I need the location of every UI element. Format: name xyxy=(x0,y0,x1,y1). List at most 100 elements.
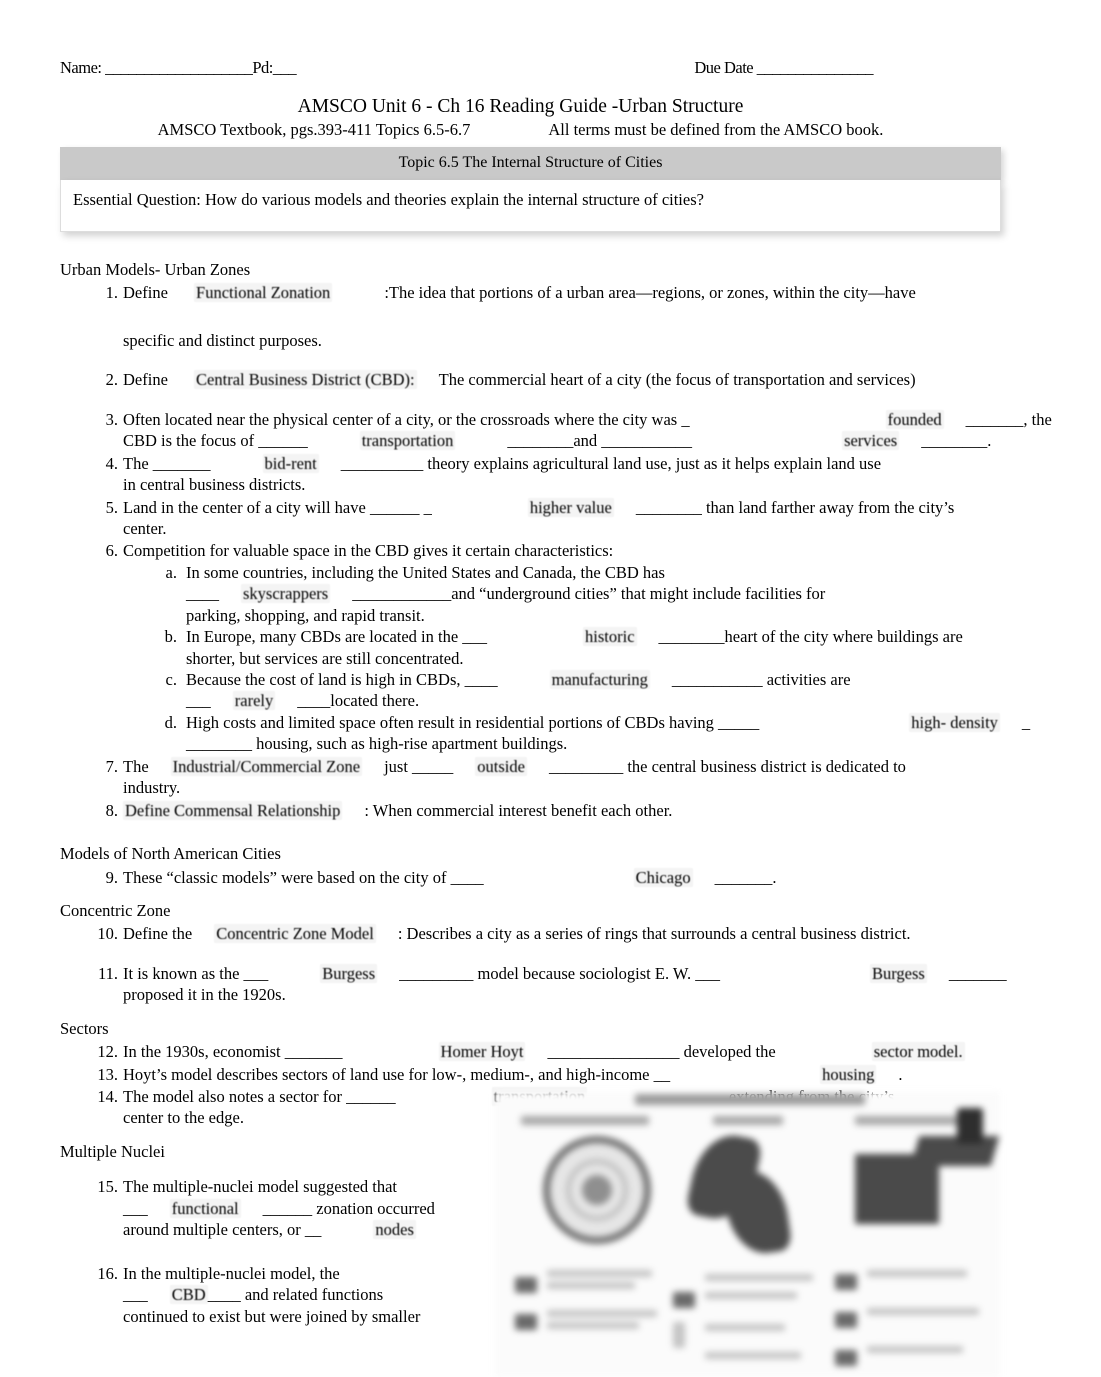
question-6b: b. In Europe, many CBDs are located in t… xyxy=(123,626,1060,669)
question-6a: a. In some countries, including the Unit… xyxy=(123,562,1060,626)
question-5-number: 5. xyxy=(105,497,118,517)
figure-label-multiple-nuclei xyxy=(855,1116,973,1125)
question-6a-line3: parking, shopping, and rapid transit. xyxy=(186,605,425,625)
question-12: 12. In the 1930s, economist _______ Homer… xyxy=(60,1041,1060,1062)
section-heading-concentric-zone: Concentric Zone xyxy=(60,900,171,920)
legend-swatch-4 xyxy=(835,1274,857,1290)
legend-text-4 xyxy=(547,1322,639,1329)
legend-text-1 xyxy=(547,1270,652,1277)
question-12-mid: ________________ developed the xyxy=(547,1042,776,1062)
question-10-answer: Concentric Zone Model xyxy=(214,924,376,944)
question-11-suffix: _______ xyxy=(948,963,1007,983)
question-2-prefix: Define xyxy=(123,370,168,390)
question-6-number: 6. xyxy=(105,541,118,561)
question-7-answer-1: Industrial/Commercial Zone xyxy=(170,756,363,776)
terms-note: All terms must be defined from the AMSCO… xyxy=(548,120,884,139)
question-7-suffix: _________ the central business district … xyxy=(548,756,906,776)
question-6-sublist: a. In some countries, including the Unit… xyxy=(123,562,1060,755)
question-4-part1: The _______ xyxy=(123,453,211,473)
page-title: AMSCO Unit 6 - Ch 16 Reading Guide -Urba… xyxy=(297,96,744,117)
question-6a-line1: In some countries, including the United … xyxy=(186,562,665,582)
question-11-mid: _________ model because sociologist E. W… xyxy=(399,963,720,983)
question-6c-number: c. xyxy=(165,670,177,689)
multiple-nuclei-diagram-node xyxy=(957,1108,983,1144)
question-6a-suffix: ____________and “underground cities” tha… xyxy=(352,584,826,604)
question-3-part1: Often located near the physical center o… xyxy=(123,409,690,429)
question-16-line1: In the multiple-nuclei model, the xyxy=(123,1263,340,1283)
question-7: 7. The Industrial/Commercial Zone just ___… xyxy=(60,756,1060,799)
sector-diagram-part-b xyxy=(721,1166,793,1258)
question-6d-line2: ________ housing, such as high-rise apar… xyxy=(186,734,568,754)
question-3-blank-3: ________. xyxy=(921,431,992,451)
question-10-number: 10. xyxy=(97,924,118,944)
section-heading-urban-models: Urban Models- Urban Zones xyxy=(60,260,251,279)
question-6b-number: b. xyxy=(164,627,177,647)
question-3-number: 3. xyxy=(105,409,118,429)
concentric-zone-diagram xyxy=(543,1136,651,1244)
question-9-answer: Chicago xyxy=(633,867,693,887)
figure-label-sector xyxy=(713,1116,783,1125)
question-1-answer: Functional Zonation xyxy=(194,283,333,303)
question-11-answer-1: Burgess xyxy=(320,963,378,983)
legend-text-9 xyxy=(705,1352,801,1359)
question-6c-prefix: Because the cost of land is high in CBDs… xyxy=(186,670,498,689)
textbook-reference: AMSCO Textbook, pgs.393-411 Topics 6.5-6… xyxy=(157,120,471,139)
topic-section: Topic 6.5 The Internal Structure of Citi… xyxy=(60,147,1001,232)
question-2-answer: Central Business District (CBD): xyxy=(194,370,417,390)
legend-swatch-5 xyxy=(835,1312,857,1328)
question-7-line2: industry. xyxy=(123,778,181,798)
legend-text-5 xyxy=(673,1322,685,1348)
question-9-prefix: These “classic models” were based on the… xyxy=(123,867,484,887)
legend-text-11 xyxy=(867,1308,979,1315)
question-6a-number: a. xyxy=(165,562,177,582)
question-13-answer: housing xyxy=(820,1064,877,1084)
question-5-answer: higher value xyxy=(527,497,614,517)
question-list-concentric: 10. Define the Concentric Zone Model : Des… xyxy=(60,923,1060,1005)
question-16-number: 16. xyxy=(97,1263,118,1283)
legend-text-2 xyxy=(547,1282,635,1289)
section-heading-sectors: Sectors xyxy=(60,1018,109,1038)
question-6d-answer: high- density xyxy=(909,712,1000,732)
legend-swatch-2 xyxy=(515,1314,537,1330)
figure-label-concentric xyxy=(521,1116,649,1125)
question-6a-answer: skyscrappers xyxy=(241,584,331,604)
question-15-line3-prefix: around multiple centers, or __ xyxy=(123,1220,322,1240)
question-6d-number: d. xyxy=(164,712,177,732)
question-7-number: 7. xyxy=(105,756,118,776)
page-subtitle: AMSCO Textbook, pgs.393-411 Topics 6.5-6… xyxy=(0,120,1101,140)
question-3-answer-1: founded xyxy=(885,409,944,429)
question-5: 5. Land in the center of a city will hav… xyxy=(60,497,1060,540)
question-6: 6. Competition for valuable space in the… xyxy=(60,540,1060,754)
question-10-suffix: : Describes a city as a series of rings … xyxy=(397,924,911,944)
question-3-blank-2: ________and ___________ xyxy=(507,431,693,451)
legend-swatch-3 xyxy=(673,1292,695,1308)
question-12-answer-1: Homer Hoyt xyxy=(438,1042,526,1062)
question-15-answer-2: nodes xyxy=(373,1220,416,1240)
question-10-prefix: Define the xyxy=(123,924,193,944)
question-8-answer: Define Commensal Relationship xyxy=(123,800,343,820)
question-6c-line2-prefix: ___ xyxy=(186,691,211,711)
question-8-suffix: : When commercial interest benefit each … xyxy=(364,800,673,820)
question-4-answer: bid-rent xyxy=(262,453,319,473)
question-1-suffix: :The idea that portions of a urban area—… xyxy=(384,283,916,303)
question-15-line1: The multiple-nuclei model suggested that xyxy=(123,1177,398,1197)
question-5-line2: center. xyxy=(123,518,167,538)
question-6c-line2-suffix: ____located there. xyxy=(297,691,420,711)
question-16-line2-prefix: ___ xyxy=(123,1285,148,1305)
question-13-suffix: . xyxy=(898,1064,903,1084)
question-3: 3. Often located near the physical cente… xyxy=(60,409,1060,452)
question-15-line2-prefix: ___ xyxy=(123,1198,148,1218)
question-6b-suffix: ________heart of the city where building… xyxy=(658,627,963,647)
question-7-answer-2: outside xyxy=(475,756,527,776)
question-15-answer-1: functional xyxy=(169,1198,241,1218)
question-12-answer-2: sector model. xyxy=(871,1042,965,1062)
question-7-mid: just _____ xyxy=(384,756,454,776)
question-4: 4. The _______ bid-rent __________ theory … xyxy=(60,453,1060,496)
question-15-number: 15. xyxy=(97,1177,118,1197)
document-page: Name: ___________________Pd:___ Due Date… xyxy=(0,0,1101,1377)
question-6b-prefix: In Europe, many CBDs are located in the … xyxy=(186,627,488,647)
question-1: 1. Define Functional Zonation:The idea t… xyxy=(60,282,1060,351)
legend-text-7 xyxy=(705,1292,797,1299)
question-11-answer-2: Burgess xyxy=(869,963,927,983)
question-11-prefix: It is known as the ___ xyxy=(123,963,269,983)
